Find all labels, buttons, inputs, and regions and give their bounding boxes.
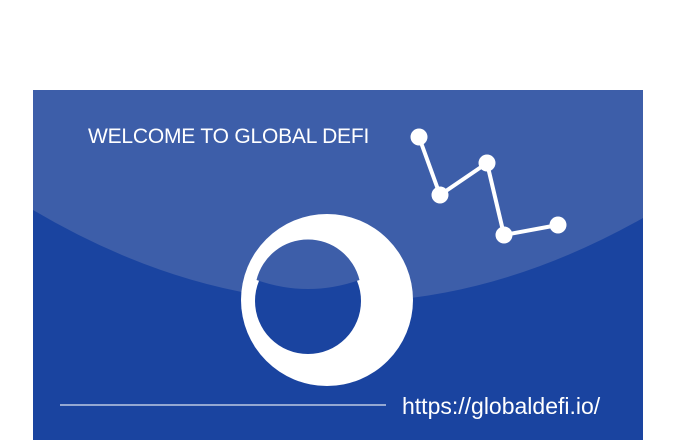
ring-logo-icon [241,214,413,386]
welcome-banner: WELCOME TO GLOBAL DEFI https://globaldef… [33,90,643,440]
welcome-title: WELCOME TO GLOBAL DEFI [88,125,370,148]
website-url: https://globaldefi.io/ [402,393,601,419]
